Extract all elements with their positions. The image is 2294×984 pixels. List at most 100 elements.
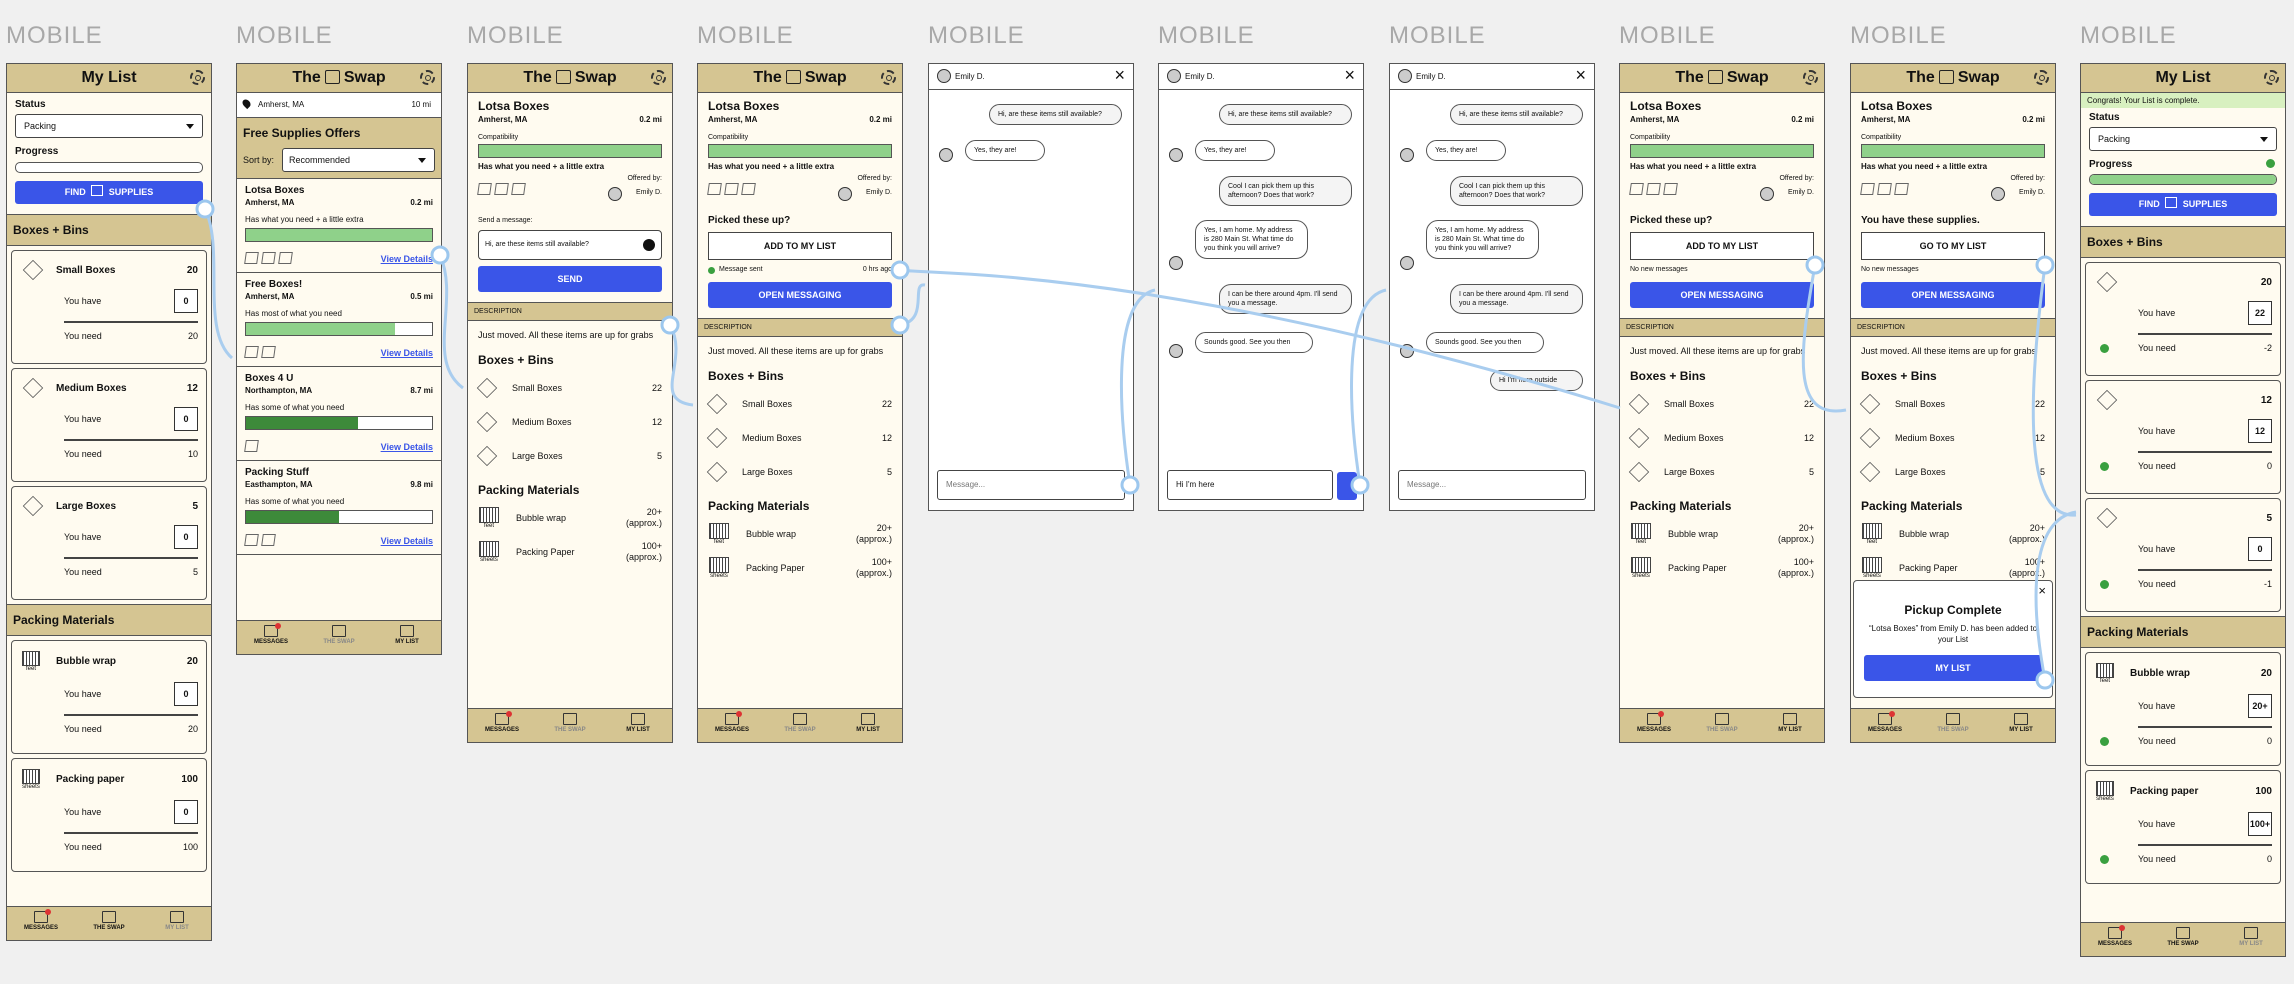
tab-swap[interactable]: THE SWAP <box>536 709 604 742</box>
view-details-link[interactable]: View Details <box>381 442 433 452</box>
swap-icon <box>102 911 116 923</box>
tab-bar: MESSAGES THE SWAP MY LIST <box>698 708 902 742</box>
close-icon[interactable]: × <box>1344 66 1355 84</box>
find-supplies-button[interactable]: FIND SUPPLIES <box>15 181 203 204</box>
offer-card[interactable]: Packing Stuff Easthampton, MA 9.8 mi Has so… <box>237 461 441 555</box>
material-glyph <box>1631 557 1651 573</box>
message-input[interactable]: Hi, are these items still available? <box>478 230 662 260</box>
have-value: 0 <box>2257 544 2263 554</box>
gear-icon[interactable] <box>2034 70 2049 85</box>
section-boxes: Boxes + Bins <box>708 369 784 383</box>
open-messaging-button[interactable]: OPEN MESSAGING <box>708 282 892 308</box>
box-icon <box>22 377 44 399</box>
tab-mylist[interactable]: MY LIST <box>2217 923 2285 956</box>
go-to-list-button[interactable]: GO TO MY LIST <box>1861 232 2045 260</box>
tab-messages[interactable]: MESSAGES <box>468 709 536 742</box>
offer-location: Amherst, MA <box>245 198 295 207</box>
tab-mylist[interactable]: MY LIST <box>1987 709 2055 742</box>
gear-icon[interactable] <box>190 70 205 85</box>
pickup-prompt: You have these supplies. <box>1861 215 1980 226</box>
tab-mylist[interactable]: MY LIST <box>1756 709 1824 742</box>
offer-name: Lotsa Boxes <box>478 99 550 113</box>
gear-icon[interactable] <box>1803 70 1818 85</box>
close-icon[interactable]: × <box>1114 66 1125 84</box>
status-select[interactable]: Packing <box>2089 127 2277 151</box>
tab-label: MY LIST <box>856 727 880 733</box>
message-status: No new messages <box>1630 266 1688 273</box>
message-input[interactable]: Message... <box>1398 470 1586 500</box>
view-details-link[interactable]: View Details <box>381 536 433 546</box>
have-input[interactable]: 20+ <box>2248 694 2272 718</box>
gear-icon[interactable] <box>420 70 435 85</box>
offer-card[interactable]: Free Boxes! Amherst, MA 0.5 mi Has most of … <box>237 273 441 367</box>
gear-icon[interactable] <box>881 70 896 85</box>
clear-icon[interactable] <box>643 239 655 251</box>
have-input[interactable]: 0 <box>174 525 198 549</box>
my-list-button[interactable]: MY LIST <box>1864 655 2042 681</box>
offer-card[interactable]: Boxes 4 U Northampton, MA 8.7 mi Has some o… <box>237 367 441 461</box>
send-button[interactable] <box>1337 472 1357 500</box>
view-details-link[interactable]: View Details <box>381 254 433 264</box>
have-input[interactable]: 0 <box>2248 537 2272 561</box>
offer-card[interactable]: Lotsa Boxes Amherst, MA 0.2 mi Has what you… <box>237 179 441 273</box>
offered-by-label: Offered by: <box>857 175 892 182</box>
view-details-link[interactable]: View Details <box>381 348 433 358</box>
close-icon[interactable]: × <box>1575 66 1586 84</box>
close-icon[interactable]: × <box>2038 583 2046 598</box>
tab-messages[interactable]: MESSAGES <box>698 709 766 742</box>
material-glyph <box>479 541 499 557</box>
tab-swap[interactable]: THE SWAP <box>305 621 373 654</box>
have-input[interactable]: 12 <box>2248 419 2272 443</box>
gear-icon[interactable] <box>2264 70 2279 85</box>
chevron-down-icon <box>186 124 194 129</box>
message-input[interactable]: Hi I'm here <box>1167 470 1333 500</box>
send-button[interactable]: SEND <box>478 266 662 292</box>
have-input[interactable]: 22 <box>2248 301 2272 325</box>
have-input[interactable]: 100+ <box>2248 812 2272 836</box>
have-input[interactable]: 0 <box>174 407 198 431</box>
status-select[interactable]: Packing <box>15 114 203 138</box>
mylist-screen: My List Status Packing Progress FIND SUP… <box>6 63 212 941</box>
page-title: The Swap <box>468 69 672 87</box>
list-item: Medium Boxes 12 You have 0 You need 10 <box>11 368 207 482</box>
open-messaging-button[interactable]: OPEN MESSAGING <box>1630 282 1814 308</box>
gear-icon[interactable] <box>651 70 666 85</box>
tab-mylist[interactable]: MY LIST <box>373 621 441 654</box>
tab-messages[interactable]: MESSAGES <box>1851 709 1919 742</box>
chat-bubble: Yes, they are! <box>1426 140 1506 161</box>
frame-label: MOBILE <box>1619 22 1716 49</box>
bubble-wrap-icon: feet <box>708 523 730 545</box>
tab-swap[interactable]: THE SWAP <box>1919 709 1987 742</box>
box-icon <box>22 495 44 517</box>
tab-mylist[interactable]: MY LIST <box>604 709 672 742</box>
frame-label: MOBILE <box>2080 22 2177 49</box>
category-icon <box>494 183 509 195</box>
add-to-list-button[interactable]: ADD TO MY LIST <box>708 232 892 260</box>
unit-label: feet <box>2099 678 2110 684</box>
add-to-list-button[interactable]: ADD TO MY LIST <box>1630 232 1814 260</box>
have-value: 0 <box>183 296 189 306</box>
open-messaging-button[interactable]: OPEN MESSAGING <box>1861 282 2045 308</box>
tab-swap[interactable]: THE SWAP <box>2149 923 2217 956</box>
message-input[interactable]: Message... <box>937 470 1125 500</box>
tab-swap[interactable]: THE SWAP <box>1688 709 1756 742</box>
tab-swap[interactable]: THE SWAP <box>75 907 143 940</box>
have-input[interactable]: 0 <box>174 800 198 824</box>
find-supplies-button[interactable]: FIND SUPPLIES <box>2089 193 2277 216</box>
avatar <box>838 187 852 201</box>
tab-messages[interactable]: MESSAGES <box>2081 923 2149 956</box>
item-qty: 12 <box>651 417 662 427</box>
sort-select[interactable]: Recommended <box>282 148 435 172</box>
tab-messages[interactable]: MESSAGES <box>1620 709 1688 742</box>
tab-mylist[interactable]: MY LIST <box>834 709 902 742</box>
have-input[interactable]: 0 <box>174 289 198 313</box>
notification-dot <box>2119 925 2125 931</box>
have-input[interactable]: 0 <box>174 682 198 706</box>
tab-messages[interactable]: MESSAGES <box>237 621 305 654</box>
compat-label: Compatibility <box>1630 134 1671 141</box>
location-bar[interactable]: Amherst, MA 10 mi <box>237 93 441 118</box>
tab-swap[interactable]: THE SWAP <box>766 709 834 742</box>
tab-mylist[interactable]: MY LIST <box>143 907 211 940</box>
item-qty: 100 <box>181 774 198 785</box>
tab-messages[interactable]: MESSAGES <box>7 907 75 940</box>
